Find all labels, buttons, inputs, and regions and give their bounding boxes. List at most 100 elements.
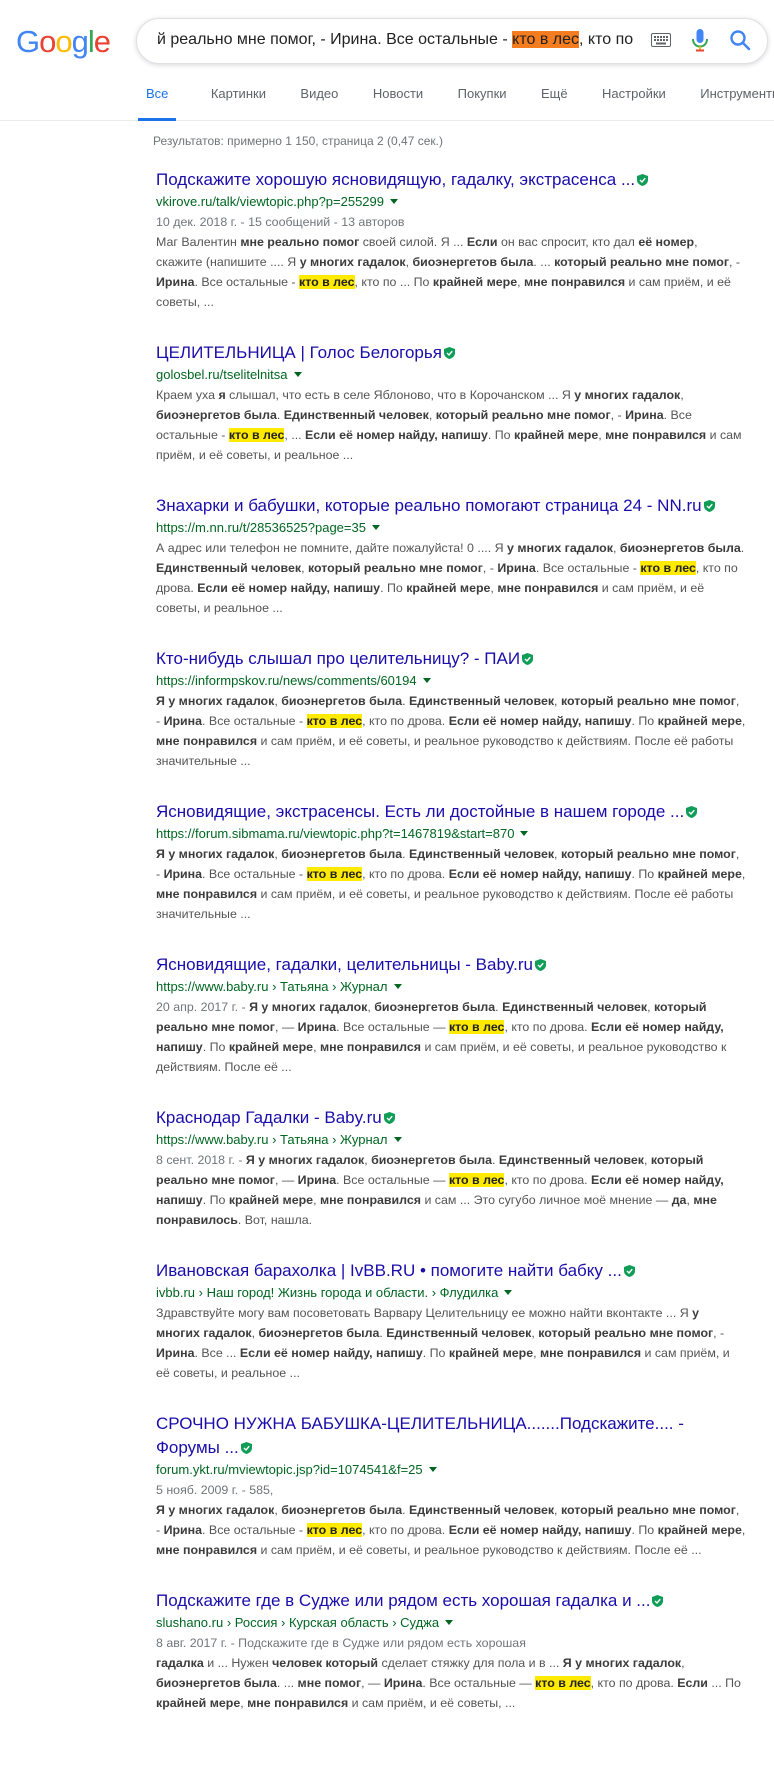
result-title-link[interactable]: Подскажите хорошую ясновидящую, гадалку,… (156, 168, 746, 192)
url-dropdown-arrow-icon[interactable] (293, 372, 302, 377)
url-dropdown-arrow-icon[interactable] (393, 1137, 402, 1142)
snippet-highlight: кто в лес (640, 561, 696, 575)
tab-settings[interactable]: Настройки (602, 86, 666, 118)
snippet-text: , (680, 388, 684, 402)
search-result: Ясновидящие, экстрасенсы. Есть ли достой… (156, 800, 746, 924)
snippet-text: , кто по дрова. (504, 1020, 592, 1034)
snippet-bold: у многих гадалок (574, 388, 681, 402)
snippet-text: и сам приём, и её советы, ... (348, 1696, 516, 1710)
snippet-text: , (647, 1000, 655, 1014)
google-logo[interactable]: Google (16, 24, 111, 60)
query-before: й реально мне помог, - Ирина. Все осталь… (157, 31, 513, 48)
result-title-text: Ивановская барахолка | IvBB.RU • помогит… (156, 1261, 622, 1280)
snippet-bold: Единственный человек (498, 1153, 644, 1167)
url-dropdown-arrow-icon[interactable] (393, 984, 402, 989)
snippet-bold: Если её номер найду, напишу (197, 581, 381, 595)
snippet-text: , (554, 694, 561, 708)
url-dropdown-arrow-icon[interactable] (504, 1290, 513, 1295)
verified-shield-icon (652, 1590, 664, 1607)
url-dropdown-arrow-icon[interactable] (371, 525, 380, 530)
url-dropdown-arrow-icon[interactable] (390, 199, 399, 204)
result-title-link[interactable]: Ясновидящие, гадалки, целительницы - Bab… (156, 953, 746, 977)
snippet-text: . Все остальные - (535, 561, 641, 575)
snippet-bold: мне понравился (319, 1193, 421, 1207)
microphone-icon[interactable] (690, 28, 710, 52)
snippet-text: . Все ... (194, 1346, 240, 1360)
snippet-text: . ... (276, 1676, 298, 1690)
url-dropdown-arrow-icon[interactable] (445, 1620, 454, 1625)
search-result: Подскажите где в Судже или рядом есть хо… (156, 1589, 746, 1713)
result-snippet: Я у многих гадалок, биоэнергетов была. Е… (156, 691, 746, 771)
snippet-bold: Я у многих гадалок (562, 1656, 682, 1670)
snippet-text: , - (610, 408, 626, 422)
snippet-date: 10 дек. 2018 г. - 15 сообщений - 13 авто… (156, 215, 405, 229)
verified-shield-icon (522, 648, 534, 665)
tab-all[interactable]: Все (138, 86, 177, 121)
url-dropdown-arrow-icon[interactable] (520, 831, 529, 836)
result-snippet: 8 авг. 2017 г. - Подскажите где в Судже … (156, 1633, 746, 1713)
url-dropdown-arrow-icon[interactable] (422, 678, 431, 683)
snippet-text: , кто по ... По (354, 275, 433, 289)
result-url-text: https://www.baby.ru › Татьяна › Журнал (156, 1132, 388, 1147)
snippet-bold: мне понравился (319, 1040, 421, 1054)
snippet-text: , (313, 1193, 320, 1207)
snippet-bold: Я у многих гадалок (156, 694, 275, 708)
tab-video[interactable]: Видео (300, 86, 338, 118)
result-url-text: slushano.ru › Россия › Курская область ›… (156, 1615, 440, 1630)
result-title-link[interactable]: Ясновидящие, экстрасенсы. Есть ли достой… (156, 800, 746, 824)
search-result: СРОЧНО НУЖНА БАБУШКА-ЦЕЛИТЕЛЬНИЦА.......… (156, 1412, 746, 1560)
result-title-link[interactable]: СРОЧНО НУЖНА БАБУШКА-ЦЕЛИТЕЛЬНИЦА.......… (156, 1412, 746, 1460)
snippet-bold: крайней мере (657, 714, 742, 728)
result-title-link[interactable]: Кто-нибудь слышал про целительницу? - ПА… (156, 647, 746, 671)
snippet-text: . (740, 541, 745, 555)
snippet-text: , (741, 867, 746, 881)
result-title-link[interactable]: Краснодар Гадалки - Baby.ru (156, 1106, 746, 1130)
snippet-bold: Я у многих гадалок (249, 1000, 368, 1014)
result-url: https://www.baby.ru › Татьяна › Журнал (156, 977, 746, 997)
snippet-text: , (313, 1040, 320, 1054)
search-box[interactable]: й реально мне помог, - Ирина. Все осталь… (136, 18, 768, 64)
snippet-bold: мне понравился (156, 887, 258, 901)
result-title-link[interactable]: ЦЕЛИТЕЛЬНИЦА | Голос Белогорья (156, 341, 746, 365)
snippet-text: ... По (707, 1676, 741, 1690)
snippet-text: , — (274, 1020, 298, 1034)
result-title-link[interactable]: Ивановская барахолка | IvBB.RU • помогит… (156, 1259, 746, 1283)
result-snippet: 10 дек. 2018 г. - 15 сообщений - 13 авто… (156, 212, 746, 312)
snippet-bold: крайней мере (406, 581, 491, 595)
tab-more[interactable]: Ещё (541, 86, 568, 118)
snippet-text: своей силой. Я ... (359, 235, 467, 249)
url-dropdown-arrow-icon[interactable] (428, 1467, 437, 1472)
tab-news[interactable]: Новости (373, 86, 423, 118)
snippet-date: 5 нояб. 2009 г. - 585, (156, 1483, 274, 1497)
result-title-text: Ясновидящие, гадалки, целительницы - Bab… (156, 955, 533, 974)
snippet-bold: который реально мне помог (560, 847, 736, 861)
search-icon[interactable] (729, 29, 751, 51)
search-input[interactable]: й реально мне помог, - Ирина. Все осталь… (157, 31, 635, 53)
snippet-text: , (612, 541, 620, 555)
snippet-bold: биоэнергетов была (281, 1503, 403, 1517)
snippet-bold: мне понравился (247, 1696, 349, 1710)
snippet-text: , - (482, 561, 498, 575)
tab-tools[interactable]: Инструменты (700, 86, 774, 118)
snippet-highlight: кто в лес (448, 1173, 505, 1187)
tab-shopping[interactable]: Покупки (458, 86, 507, 118)
snippet-bold: крайней мере (513, 428, 599, 442)
snippet-bold: биоэнергетов была (412, 255, 534, 269)
snippet-bold: у многих гадалок (507, 541, 613, 555)
tab-images[interactable]: Картинки (211, 86, 266, 118)
query-after: , кто по (579, 31, 634, 48)
logo-letter: o (39, 24, 56, 59)
snippet-text: . По (422, 1346, 449, 1360)
snippet-bold: Ирина (625, 408, 664, 422)
snippet-text: , кто по дрова. (590, 1676, 678, 1690)
snippet-bold: Единственный человек (156, 561, 302, 575)
keyboard-icon[interactable] (651, 33, 671, 47)
snippet-bold: Ирина (163, 714, 203, 728)
snippet-highlight: кто в лес (448, 1020, 505, 1034)
result-title-link[interactable]: Знахарки и бабушки, которые реально помо… (156, 494, 746, 518)
result-snippet: А адрес или телефон не помните, дайте по… (156, 538, 746, 618)
verified-shield-icon (703, 495, 715, 512)
snippet-bold: биоэнергетов была (371, 1153, 493, 1167)
snippet-text: . Все остальные — (336, 1173, 449, 1187)
result-title-link[interactable]: Подскажите где в Судже или рядом есть хо… (156, 1589, 746, 1613)
